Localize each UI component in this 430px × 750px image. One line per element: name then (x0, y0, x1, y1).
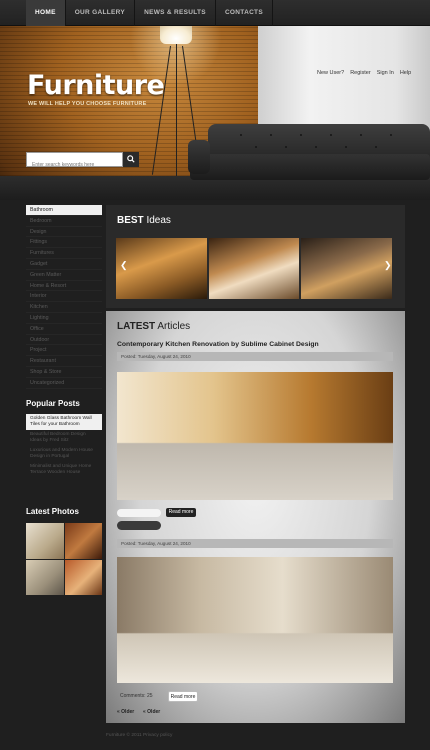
nav-contacts[interactable]: CONTACTS (216, 0, 273, 26)
category-home-resort[interactable]: Home & Resort (26, 281, 102, 292)
article-title[interactable]: Contemporary Kitchen Renovation by Subli… (117, 341, 319, 348)
sofa-tuft (285, 146, 287, 148)
category-list: Bathroom Bedroom Design Fittings Furnitu… (26, 205, 102, 389)
latest-title-bold: LATEST (117, 321, 156, 332)
sofa-seat (190, 154, 430, 180)
sofa-tuft (330, 134, 332, 136)
site-tagline: WE WILL HELP YOU CHOOSE FURNITURE (28, 101, 147, 107)
sign-in-link[interactable]: Sign In (377, 70, 394, 76)
category-bedroom[interactable]: Bedroom (26, 216, 102, 227)
latest-articles-panel: LATEST Articles Contemporary Kitchen Ren… (106, 311, 405, 723)
living-room-article-image[interactable] (117, 557, 393, 683)
post-date: Posted: Tuesday, August 24, 2010 (117, 539, 393, 548)
category-design[interactable]: Design (26, 227, 102, 238)
sofa-tuft (360, 134, 362, 136)
category-bathroom[interactable]: Bathroom (26, 205, 102, 216)
footer-copyright: Furniture © 2011 Privacy policy (106, 733, 173, 738)
header-hero (0, 26, 430, 200)
sofa-tuft (300, 134, 302, 136)
read-more-button[interactable]: Read more (166, 508, 196, 517)
sidebar: Bathroom Bedroom Design Fittings Furnitu… (26, 205, 102, 516)
photo-thumbnail[interactable] (26, 523, 64, 559)
sofa-tuft (315, 146, 317, 148)
register-link[interactable]: Register (350, 70, 370, 76)
popular-posts-heading: Popular Posts (26, 398, 80, 408)
read-more-button[interactable]: Read more (168, 691, 198, 702)
nav-home[interactable]: HOME (26, 0, 66, 26)
best-ideas-carousel (116, 238, 393, 299)
comment-pill (117, 521, 161, 530)
photo-thumbnail[interactable] (64, 559, 102, 595)
category-office[interactable]: Office (26, 324, 102, 335)
latest-title-rest: Articles (157, 321, 191, 332)
carousel-slide[interactable] (301, 238, 393, 299)
search-input[interactable] (27, 158, 122, 172)
popular-post-item[interactable]: Beautiful Bedroom Design Ideas by Fred S… (26, 430, 102, 446)
top-navigation: HOME OUR GALLERY NEWS & RESULTS CONTACTS (0, 0, 430, 26)
category-shop-store[interactable]: Shop & Store (26, 367, 102, 378)
sofa-tuft (240, 134, 242, 136)
sofa-tuft (270, 134, 272, 136)
category-uncategorized[interactable]: Uncategorized (26, 378, 102, 389)
best-ideas-title: BEST Ideas (117, 215, 171, 226)
comments-count[interactable]: Comments: 25 (120, 693, 153, 699)
photo-thumbnail[interactable] (64, 523, 102, 559)
search-button[interactable] (123, 152, 139, 167)
sofa-tuft (345, 146, 347, 148)
best-ideas-panel: BEST Ideas ❮ ❯ (106, 205, 405, 308)
category-restaurant[interactable]: Restaurant (26, 356, 102, 367)
post-date: Posted: Tuesday, August 24, 2010 (117, 352, 393, 361)
category-gadget[interactable]: Gadget (26, 259, 102, 270)
category-project[interactable]: Project (26, 345, 102, 357)
best-ideas-title-rest: Ideas (146, 215, 171, 226)
latest-photos-heading: Latest Photos (26, 507, 79, 516)
sofa-tuft (255, 146, 257, 148)
carousel-slide[interactable] (208, 238, 300, 299)
category-interior[interactable]: Interior (26, 291, 102, 303)
category-fittings[interactable]: Fittings (26, 237, 102, 249)
new-user-link[interactable]: New User? (317, 70, 344, 76)
older-link[interactable]: « Older (117, 709, 134, 715)
search-box (26, 152, 123, 172)
newer-link[interactable]: « Older (143, 709, 160, 715)
site-logo[interactable]: Furniture (27, 70, 165, 101)
nav-our-gallery[interactable]: OUR GALLERY (66, 0, 136, 26)
kitchen-article-image[interactable] (117, 372, 393, 500)
popular-post-item[interactable]: Golden Glass Bathroom Wall Tiles for you… (26, 413, 102, 430)
help-link[interactable]: Help (400, 70, 411, 76)
sofa-tuft (390, 134, 392, 136)
carousel-slide[interactable] (116, 238, 207, 299)
latest-articles-title: LATEST Articles (117, 321, 190, 332)
search-icon (127, 155, 135, 163)
popular-post-item[interactable]: Luxurious and Modern House Design in Por… (26, 446, 102, 462)
comment-pill (117, 509, 161, 517)
lamp-leg (176, 44, 177, 176)
carousel-next-arrow[interactable]: ❯ (384, 260, 392, 271)
user-links: New User? Register Sign In Help (317, 70, 411, 76)
nav-news-results[interactable]: NEWS & RESULTS (135, 0, 216, 26)
category-kitchen[interactable]: Kitchen (26, 302, 102, 313)
latest-photos-grid (26, 523, 102, 595)
sofa-arm (188, 140, 210, 174)
category-outdoor[interactable]: Outdoor (26, 335, 102, 346)
category-green-matter[interactable]: Green Matter (26, 270, 102, 281)
carousel-prev-arrow[interactable]: ❮ (120, 260, 128, 271)
photo-thumbnail[interactable] (26, 559, 64, 595)
category-furnitures[interactable]: Furnitures (26, 248, 102, 259)
best-ideas-title-bold: BEST (117, 215, 144, 226)
category-lighting[interactable]: Lighting (26, 313, 102, 324)
floor-lamp-icon (160, 26, 192, 44)
sofa-tuft (375, 146, 377, 148)
popular-post-item[interactable]: Minimalist and Unique Home Terrace Woode… (26, 462, 102, 478)
